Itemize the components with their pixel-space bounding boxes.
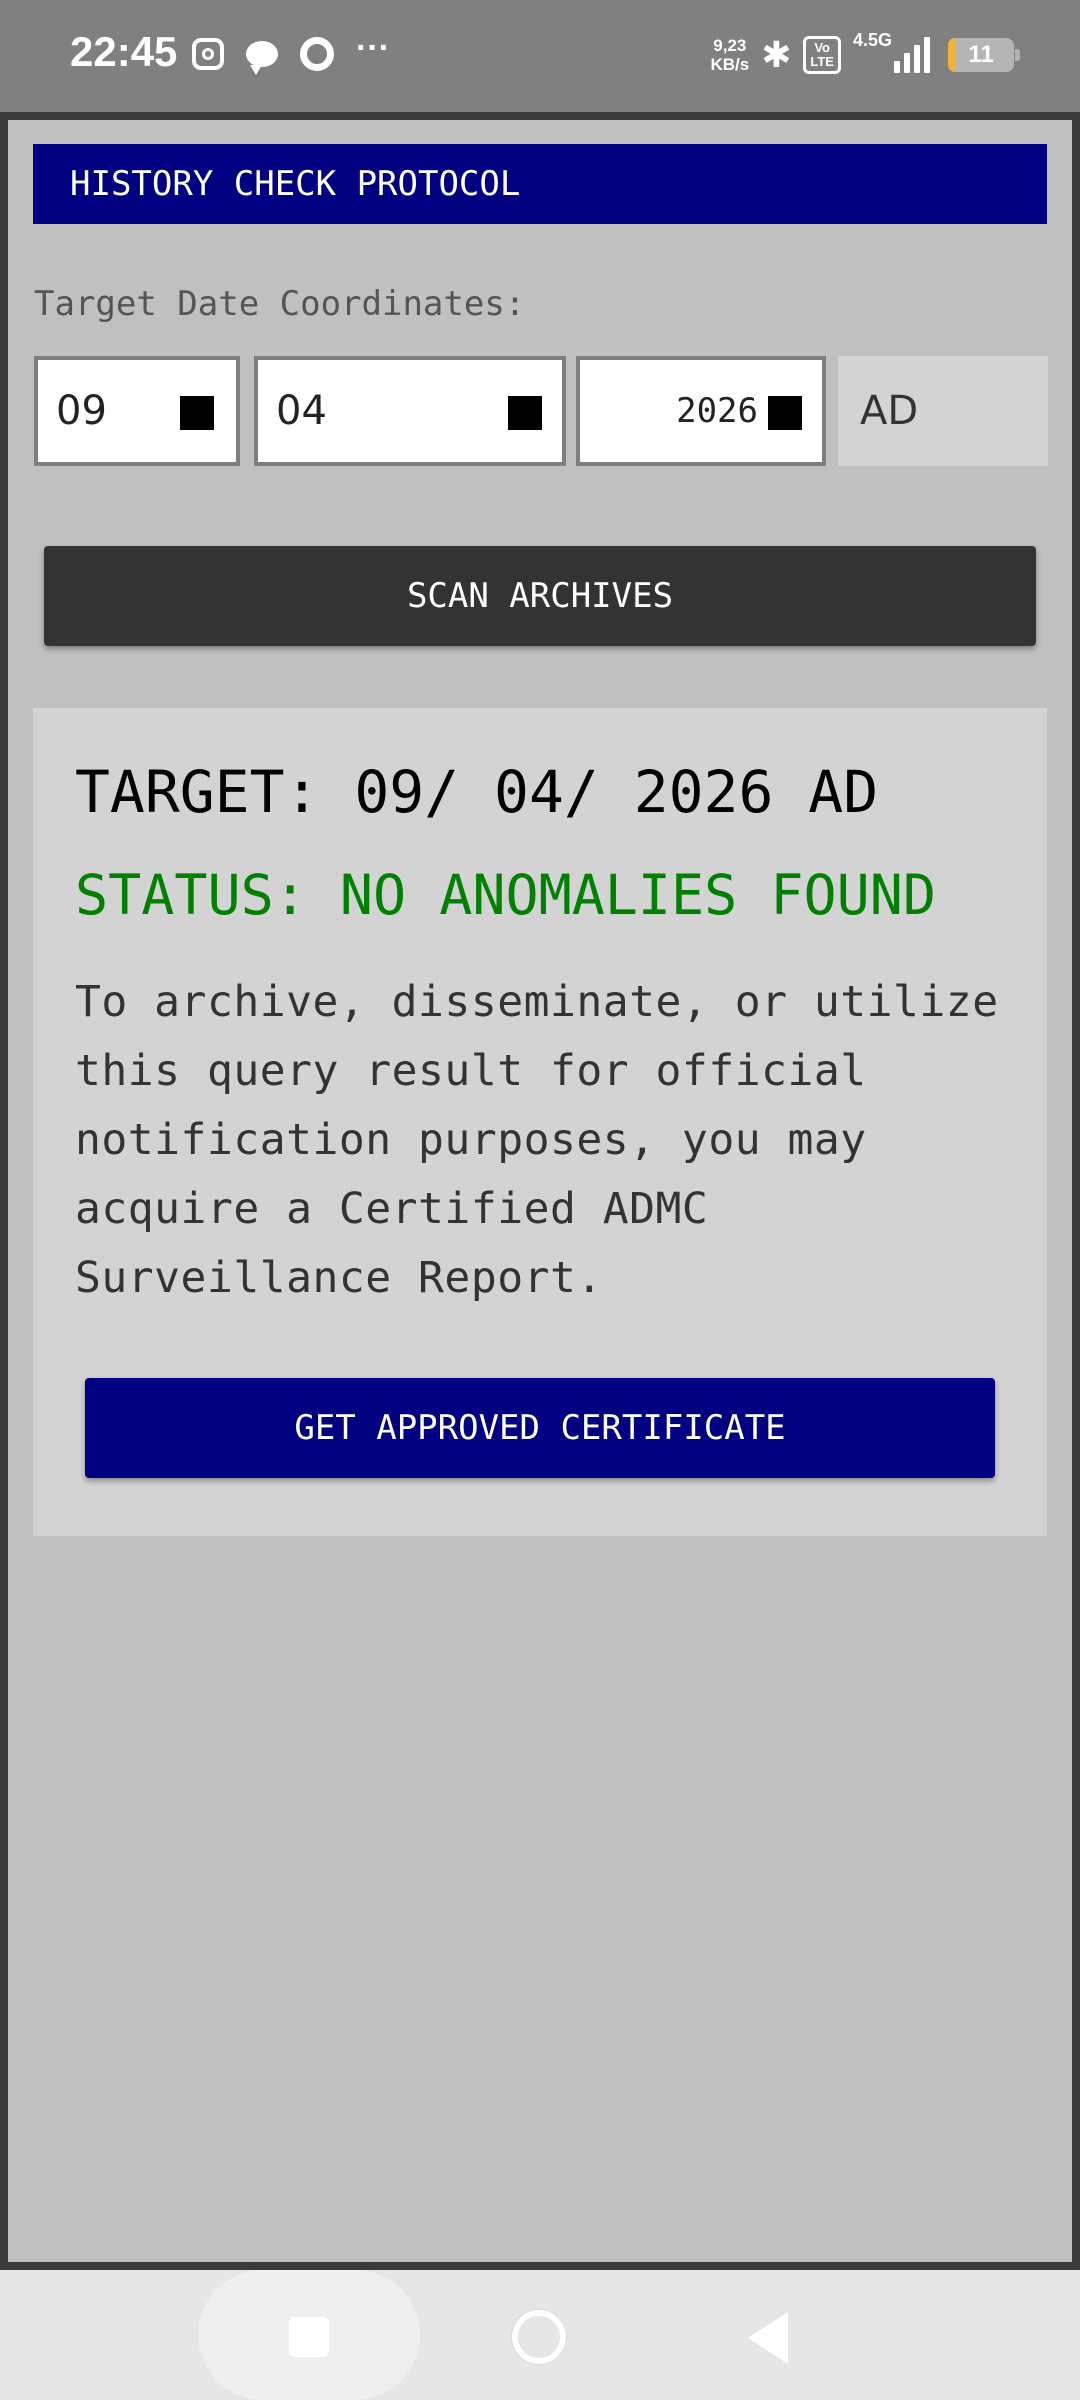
month-input[interactable]: 04 [254, 356, 566, 466]
bluetooth-icon: ✱ [761, 34, 792, 76]
network-speed-unit: KB/s [710, 55, 750, 74]
get-certificate-button[interactable]: GET APPROVED CERTIFICATE [85, 1378, 995, 1478]
result-description: To archive, disseminate, or utilize this… [75, 977, 999, 1303]
network-speed: 9,23 KB/s [710, 36, 749, 74]
signal-strength-icon [894, 37, 930, 73]
day-input[interactable]: 09 [34, 356, 240, 466]
day-stepper-icon[interactable] [180, 396, 214, 430]
status-text: STATUS: NO ANOMALIES FOUND [75, 863, 936, 927]
page-title: HISTORY CHECK PROTOCOL [33, 144, 1047, 224]
day-value: 09 [56, 388, 107, 434]
app-content: HISTORY CHECK PROTOCOL Target Date Coord… [8, 120, 1072, 2262]
battery-level: 11 [968, 41, 994, 68]
battery-icon: 11 [948, 38, 1020, 72]
month-value: 04 [276, 388, 327, 434]
target-date: TARGET: 09/ 04/ 2026 AD [75, 758, 879, 826]
year-stepper-icon[interactable] [768, 396, 802, 430]
month-stepper-icon[interactable] [508, 396, 542, 430]
system-indicators: 9,23 KB/s ✱ Vo LTE 4.5G 11 [710, 30, 1020, 80]
volte-top: Vo [814, 40, 830, 55]
navigation-bar [0, 2270, 1080, 2400]
volte-bottom: LTE [810, 54, 834, 69]
date-label: Target Date Coordinates: [34, 284, 526, 324]
instagram-icon [192, 38, 224, 70]
year-input[interactable]: 2026 [576, 356, 826, 466]
more-dots-icon: ··· [356, 29, 390, 67]
network-type: 4.5G [852, 30, 892, 50]
app-frame: HISTORY CHECK PROTOCOL Target Date Coord… [0, 112, 1080, 2270]
result-panel: TARGET: 09/ 04/ 2026 AD STATUS: NO ANOMA… [33, 708, 1047, 1536]
year-value: 2026 [676, 391, 758, 431]
network-speed-value: 9,23 [713, 36, 747, 55]
chat-bubble-icon [246, 41, 278, 75]
recents-square-icon[interactable] [289, 2317, 329, 2357]
ring-icon [300, 37, 334, 71]
home-circle-icon[interactable] [512, 2310, 566, 2364]
date-inputs: 09 04 2026 AD [34, 356, 1048, 466]
scan-archives-button[interactable]: SCAN ARCHIVES [44, 546, 1036, 646]
notification-icons: ··· [192, 29, 390, 75]
status-bar: 22:45 ··· 9,23 KB/s ✱ Vo LTE 4.5G 11 [0, 0, 1080, 112]
era-select[interactable]: AD [838, 356, 1048, 466]
volte-icon: Vo LTE [803, 36, 841, 74]
clock: 22:45 [70, 28, 178, 75]
back-triangle-icon[interactable] [748, 2312, 788, 2364]
